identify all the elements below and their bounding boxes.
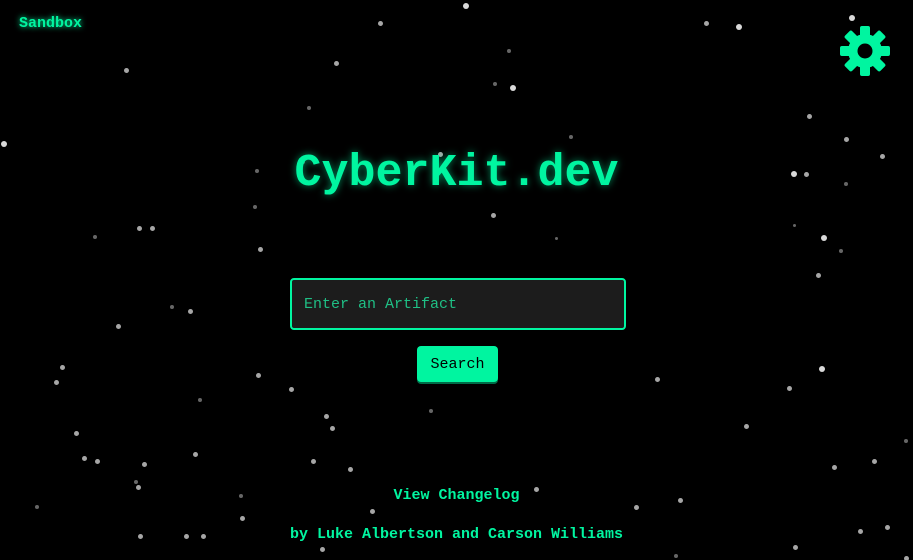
star	[94, 458, 100, 464]
star	[136, 225, 142, 231]
star	[123, 67, 129, 73]
star	[507, 49, 511, 53]
star	[493, 82, 497, 86]
star	[786, 385, 792, 391]
star	[239, 515, 245, 521]
star	[141, 461, 147, 467]
star	[53, 379, 59, 385]
star	[554, 236, 558, 240]
star	[429, 409, 433, 413]
sandbox-link[interactable]: Sandbox	[19, 15, 82, 32]
star	[736, 24, 742, 30]
search-button[interactable]: Search	[417, 346, 498, 382]
star	[134, 480, 138, 484]
star	[831, 464, 837, 470]
star	[198, 398, 202, 402]
star	[149, 225, 155, 231]
star	[377, 20, 383, 26]
star	[319, 546, 325, 552]
star	[871, 458, 877, 464]
star	[115, 323, 121, 329]
star	[703, 20, 709, 26]
star	[792, 223, 796, 227]
artifact-search-input[interactable]	[290, 278, 626, 330]
star	[569, 135, 573, 139]
star	[257, 246, 263, 252]
star	[329, 425, 335, 431]
star	[821, 235, 827, 241]
star	[288, 386, 294, 392]
star	[849, 15, 855, 21]
star	[35, 505, 39, 509]
star	[73, 430, 79, 436]
star	[81, 455, 87, 461]
view-changelog-link[interactable]: View Changelog	[0, 487, 913, 504]
star	[59, 364, 65, 370]
settings-button[interactable]	[838, 24, 892, 78]
star	[903, 555, 909, 560]
star	[904, 439, 908, 443]
star	[347, 466, 353, 472]
star	[323, 413, 329, 419]
star	[93, 235, 97, 239]
star	[654, 376, 660, 382]
star	[463, 3, 469, 9]
star	[792, 544, 798, 550]
page-title: CyberKit.dev	[294, 148, 619, 199]
star	[369, 508, 375, 514]
star	[815, 272, 821, 278]
star	[192, 451, 198, 457]
star	[843, 136, 849, 142]
star	[333, 60, 339, 66]
star	[253, 205, 257, 209]
star	[743, 423, 749, 429]
credits-text: by Luke Albertson and Carson Williams	[289, 526, 624, 543]
star	[255, 372, 261, 378]
star	[839, 249, 843, 253]
star	[187, 308, 193, 314]
star	[806, 113, 812, 119]
star	[170, 305, 174, 309]
star	[674, 554, 678, 558]
gear-icon	[838, 24, 892, 78]
star	[510, 85, 516, 91]
star	[307, 106, 311, 110]
star	[633, 504, 639, 510]
star	[310, 458, 316, 464]
star	[819, 366, 825, 372]
star	[490, 212, 496, 218]
star	[1, 141, 7, 147]
